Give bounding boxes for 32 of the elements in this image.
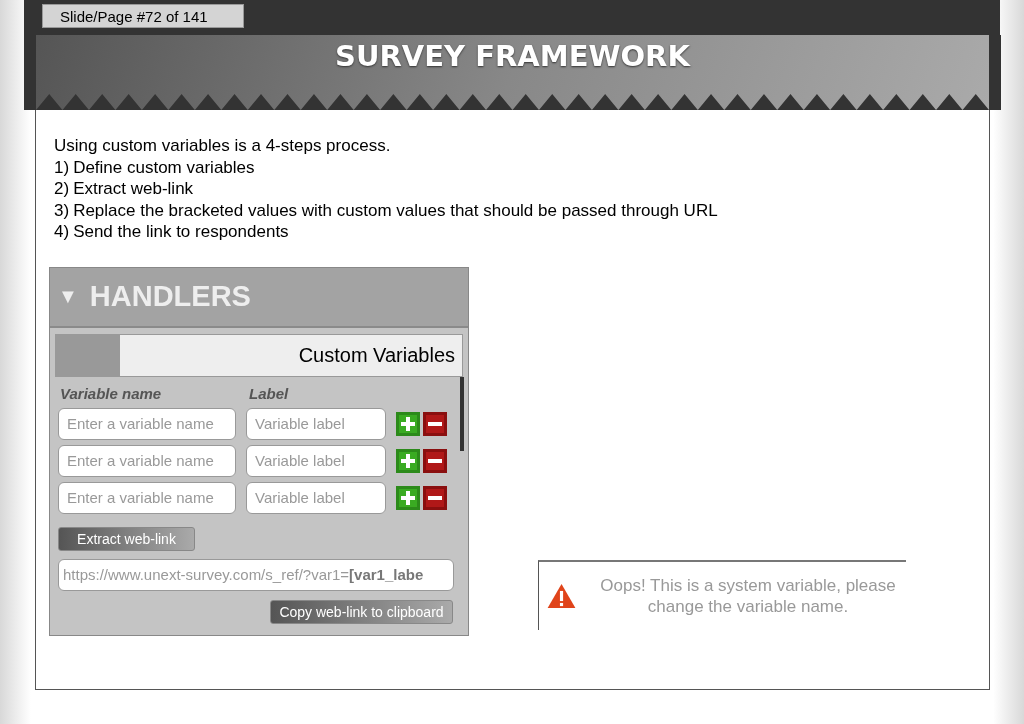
variable-label-field[interactable]: Variable label bbox=[246, 444, 386, 477]
variable-name-field[interactable]: Enter a variable name bbox=[58, 481, 236, 514]
slide-title: SURVEY FRAMEWORK bbox=[335, 39, 690, 75]
remove-icon[interactable] bbox=[423, 448, 447, 473]
remove-icon[interactable] bbox=[423, 485, 447, 510]
intro-text: Using custom variables is a 4-steps process. bbox=[54, 135, 392, 157]
step-text: Extract web-link bbox=[73, 178, 194, 200]
step-text: Define custom variables bbox=[73, 156, 255, 178]
web-link-field[interactable]: https://www.unext-survey.com/s_ref/?var1=[var1_labe bbox=[58, 558, 454, 591]
variable-name-field[interactable]: Enter a variable name bbox=[58, 407, 236, 440]
remove-icon[interactable] bbox=[423, 411, 447, 436]
step-text: Send the link to respondents bbox=[73, 221, 289, 243]
step-number: 1) bbox=[54, 156, 70, 178]
copy-link-button[interactable]: Copy web-link to clipboard bbox=[270, 599, 453, 624]
step-text: Replace the bracketed values with custom values that should be passed through URL bbox=[73, 199, 718, 221]
panel-title: HANDLERS bbox=[89, 280, 251, 313]
variable-name-field[interactable]: Enter a variable name bbox=[58, 444, 236, 477]
alert-message: Oops! This is a system variable, please change the variable name. bbox=[599, 575, 897, 617]
add-icon[interactable] bbox=[396, 411, 420, 436]
variable-label-field[interactable]: Variable label bbox=[246, 407, 386, 440]
add-icon[interactable] bbox=[396, 485, 420, 510]
variable-label-field[interactable]: Variable label bbox=[246, 481, 386, 514]
step-number: 2) bbox=[54, 178, 70, 200]
step-number: 4) bbox=[54, 221, 70, 243]
column-heading: Label bbox=[249, 384, 289, 403]
add-icon[interactable] bbox=[396, 448, 420, 473]
scrollbar[interactable] bbox=[460, 376, 464, 451]
step-number: 3) bbox=[54, 199, 70, 221]
section-title: Custom Variables bbox=[298, 343, 456, 367]
extract-link-button[interactable]: Extract web-link bbox=[58, 526, 195, 551]
page-counter: Slide/Page #72 of 141 bbox=[42, 4, 244, 28]
column-heading: Variable name bbox=[59, 384, 163, 403]
